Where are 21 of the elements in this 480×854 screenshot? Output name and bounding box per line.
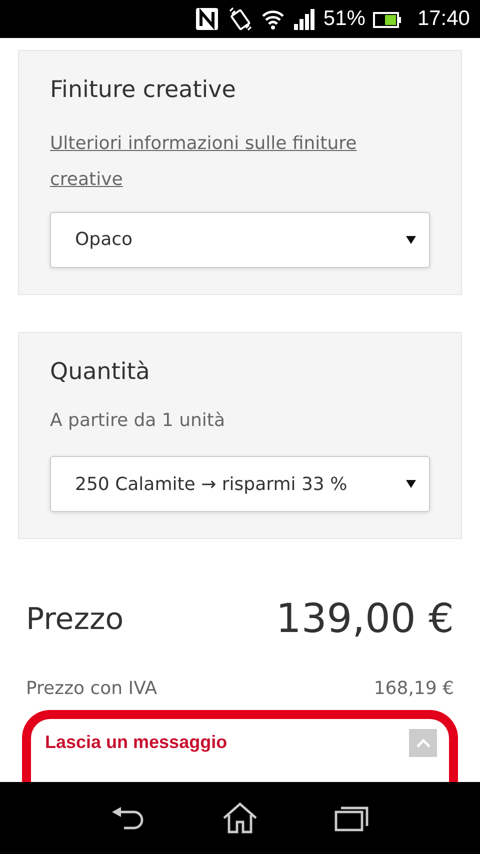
hint-text: A partire da 1 unità [50,409,226,433]
nfc-icon [195,7,220,31]
info-link[interactable]: Ulteriori informazioni sulle finiture creative [50,126,430,198]
battery-icon [373,10,402,28]
vat-label: Prezzo con IVA [26,677,158,701]
caret-icon [405,479,417,489]
section-title: Quantità [50,358,151,386]
dropdown[interactable]: 250 Calamite → risparmi 33 % [50,456,430,512]
wifi-icon [261,8,286,30]
chat-title: Lascia un messaggio [45,731,228,754]
battery-percent: 51% [323,6,366,32]
price-label: Prezzo [26,600,124,638]
vibrate-icon [227,7,254,31]
signal-icon [293,8,316,30]
clock: 17:40 [417,6,470,32]
vat-value: 168,19 € [374,677,454,701]
caret-icon [405,234,417,244]
price-value: 139,00 € [276,595,454,644]
dropdown[interactable]: Opaco [50,212,430,268]
section-title: Finiture creative [50,76,237,105]
chevron-up-icon [416,738,430,748]
